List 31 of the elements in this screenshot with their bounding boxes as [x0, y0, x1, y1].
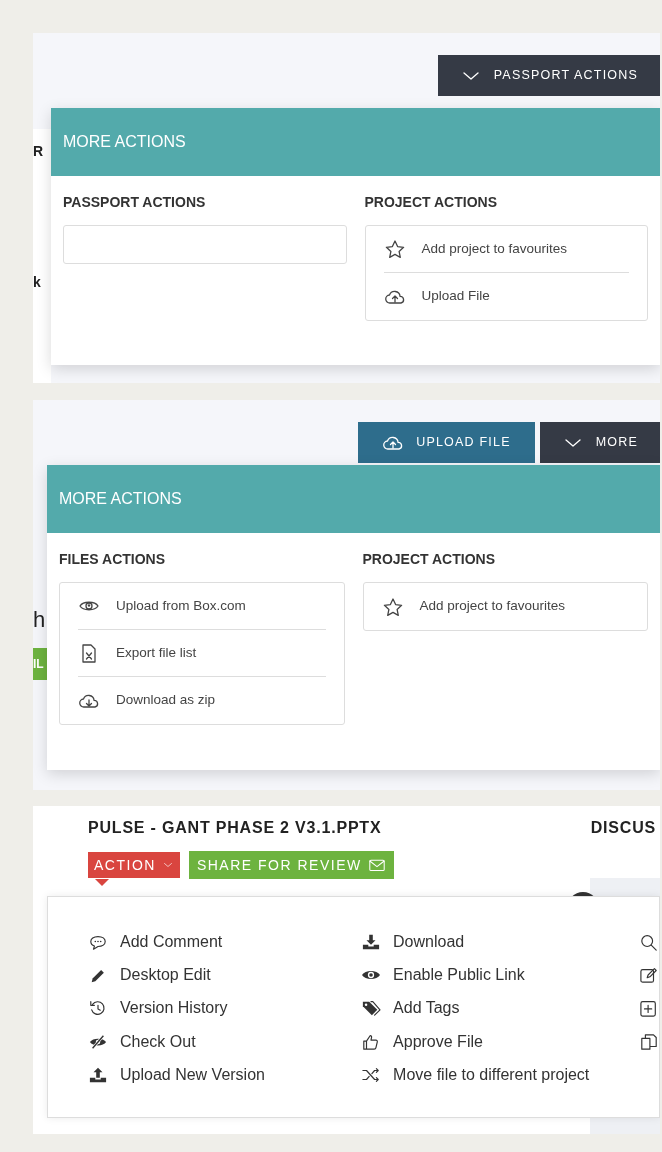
more-button[interactable]: MORE — [539, 422, 660, 463]
menu-item[interactable]: Download — [361, 925, 639, 959]
more-button[interactable]: PASSPORT ACTIONS — [437, 55, 660, 96]
menu-item[interactable]: Add Tags — [361, 991, 639, 1025]
menu-item[interactable]: Desktop Edit — [88, 958, 362, 992]
menu-item[interactable]: Move file to different project — [361, 1058, 639, 1092]
action-button[interactable]: ACTION — [88, 852, 180, 878]
section-heading: FILES ACTIONS — [59, 550, 167, 569]
menu-item[interactable]: Upload File — [383, 273, 629, 320]
menu-item[interactable]: Add project to favourites — [381, 583, 629, 630]
section-heading: DISCUS — [590, 818, 656, 838]
menu-title: MORE ACTIONS — [51, 108, 660, 176]
menu-title: MORE ACTIONS — [47, 465, 660, 533]
table-text: R — [33, 142, 45, 161]
table-text: h — [33, 606, 47, 634]
file-title: PULSE - GANT PHASE 2 V3.1.PPTX — [88, 818, 382, 838]
menu-item[interactable]: Upload from Box.com — [78, 583, 326, 630]
menu-item[interactable]: Add project to favourites — [383, 226, 629, 273]
menu-item[interactable]: Export file list — [78, 630, 326, 677]
section-heading: PROJECT ACTIONS — [364, 193, 498, 212]
table-text: k — [33, 273, 42, 292]
menu-item[interactable]: Version History — [88, 991, 362, 1025]
menu-item[interactable]: Download as zip — [78, 677, 326, 724]
menu-item[interactable]: Add Comment — [88, 925, 362, 959]
menu-item[interactable]: Upload New Version — [88, 1058, 362, 1092]
section-heading: PASSPORT ACTIONS — [63, 193, 207, 212]
section-heading: PROJECT ACTIONS — [362, 550, 496, 569]
menu-item[interactable]: Enable Public Link — [361, 958, 639, 992]
menu-item[interactable]: Approve File — [361, 1024, 639, 1059]
upload-button[interactable]: UPLOAD FILE — [358, 422, 535, 463]
menu-item[interactable]: Check Out — [88, 1024, 362, 1059]
